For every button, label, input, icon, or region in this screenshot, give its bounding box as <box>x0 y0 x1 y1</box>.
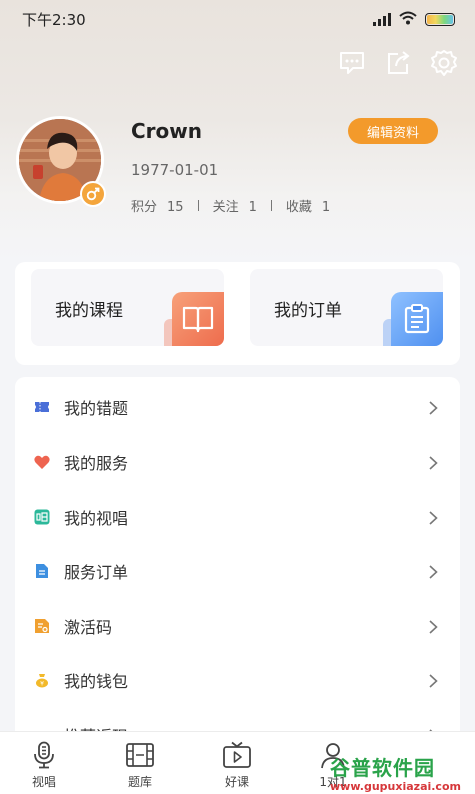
share-icon[interactable] <box>383 48 413 78</box>
status-bar: 下午2:30 <box>0 0 475 38</box>
watermark-url: www.gupuxiazai.com <box>330 780 461 793</box>
tab-good-courses[interactable]: 好课 <box>207 740 267 790</box>
ticket-icon <box>34 399 50 415</box>
document-icon <box>34 563 50 579</box>
signal-icon <box>373 12 391 26</box>
watermark-text: 谷普软件园 <box>330 755 435 780</box>
wifi-icon <box>399 10 417 29</box>
username: Crown <box>131 119 202 143</box>
tv-play-icon <box>207 740 267 770</box>
my-courses-label: 我的课程 <box>55 301 123 321</box>
gender-male-icon <box>80 181 106 207</box>
menu-item-my-wallet[interactable]: ¥ 我的钱包 <box>15 653 460 707</box>
settings-gear-icon[interactable] <box>429 48 459 78</box>
stat-favorites[interactable]: 收藏 1 <box>286 196 330 215</box>
wallet-icon: ¥ <box>34 672 50 688</box>
chevron-right-icon <box>429 564 438 579</box>
birthday: 1977-01-01 <box>131 161 219 179</box>
my-orders-label: 我的订单 <box>274 301 342 321</box>
chevron-right-icon <box>429 400 438 415</box>
menu-item-my-mistakes[interactable]: 我的错题 <box>15 380 460 434</box>
stat-points[interactable]: 积分 15 <box>131 196 184 215</box>
menu-item-my-singing[interactable]: 我的视唱 <box>15 490 460 544</box>
edit-profile-button[interactable]: 编辑资料 <box>348 118 438 144</box>
profile-stats: 积分 15 关注 1 收藏 1 <box>131 196 330 215</box>
heart-icon <box>34 454 50 470</box>
stat-divider <box>197 200 199 211</box>
my-orders-button[interactable]: 我的订单 <box>250 269 443 346</box>
chevron-right-icon <box>429 619 438 634</box>
film-icon <box>110 740 170 770</box>
chevron-right-icon <box>429 673 438 688</box>
stat-following[interactable]: 关注 1 <box>213 196 257 215</box>
chevron-right-icon <box>429 510 438 525</box>
tab-question-bank[interactable]: 题库 <box>110 740 170 790</box>
microphone-icon <box>14 740 74 770</box>
chevron-right-icon <box>429 455 438 470</box>
book-icon <box>172 292 224 346</box>
stat-divider <box>270 200 272 211</box>
tab-singing[interactable]: 视唱 <box>14 740 74 790</box>
my-courses-button[interactable]: 我的课程 <box>31 269 224 346</box>
watermark-logo: 谷普软件园 www.gupuxiazai.com <box>330 745 472 794</box>
message-icon[interactable] <box>337 48 367 78</box>
battery-icon <box>425 12 455 26</box>
svg-text:¥: ¥ <box>40 681 44 688</box>
menu-item-activation-code[interactable]: 激活码 <box>15 599 460 653</box>
quick-actions-card: 我的课程 我的订单 <box>15 262 460 365</box>
code-icon <box>34 618 50 634</box>
status-time: 下午2:30 <box>22 10 86 29</box>
menu-item-service-orders[interactable]: 服务订单 <box>15 544 460 598</box>
header-actions <box>337 48 459 78</box>
sing-icon <box>34 509 50 525</box>
menu-list: 我的错题 我的服务 我的视唱 服务订单 激活码 ¥ 我的钱包 <box>15 377 460 747</box>
menu-item-my-services[interactable]: 我的服务 <box>15 435 460 489</box>
clipboard-icon <box>391 292 443 346</box>
